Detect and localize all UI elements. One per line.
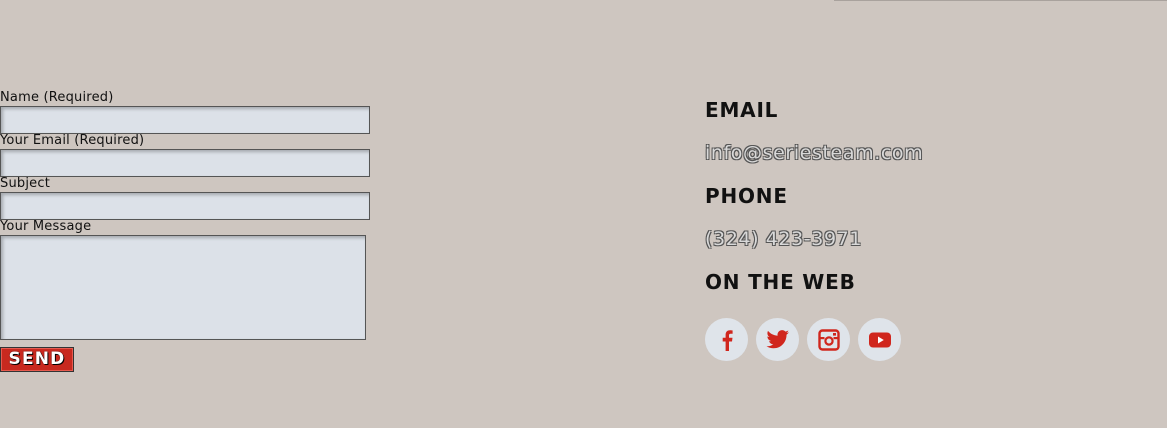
email-link[interactable]: info@seriesteam.com [705,142,923,164]
subject-label: Subject [0,176,50,191]
instagram-icon [817,328,840,351]
email-heading: EMAIL [705,98,779,122]
name-label: Name (Required) [0,90,114,105]
twitter-button[interactable] [756,318,799,361]
contact-info: EMAIL info@seriesteam.com PHONE (324) 42… [705,0,1145,428]
social-links [705,318,905,362]
name-field[interactable] [0,106,370,134]
facebook-icon [722,329,733,351]
phone-heading: PHONE [705,184,788,208]
subject-field[interactable] [0,192,370,220]
message-textarea[interactable] [0,235,366,340]
email-field[interactable] [0,149,370,177]
email-label: Your Email (Required) [0,133,145,148]
youtube-icon [868,332,891,347]
web-heading: ON THE WEB [705,270,856,294]
contact-form: Name (Required) Your Email (Required) Su… [0,0,380,428]
facebook-button[interactable] [705,318,748,361]
send-button[interactable]: SEND [0,347,74,372]
instagram-button[interactable] [807,318,850,361]
message-label: Your Message [0,219,92,234]
youtube-button[interactable] [858,318,901,361]
twitter-icon [766,329,789,348]
phone-link[interactable]: (324) 423-3971 [705,228,862,250]
